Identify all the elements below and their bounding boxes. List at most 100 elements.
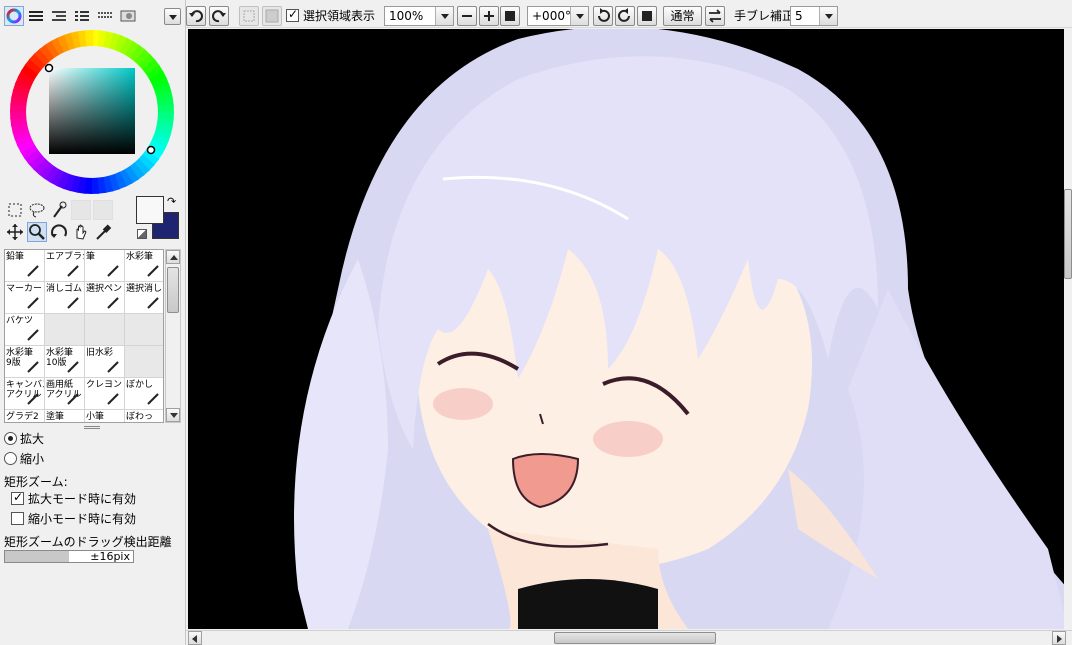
canvas-horizontal-scrollbar[interactable] [186,630,1072,645]
sv-picker-handle[interactable] [44,63,54,73]
triangle-down-icon [170,413,178,418]
brush-label: 塗筆 [46,412,65,422]
blend-mode-button[interactable]: 通常 [663,6,702,26]
swatch-mode-button[interactable] [72,6,92,26]
deselect-button[interactable] [239,6,259,26]
brush-slot[interactable]: バケツ [5,314,45,346]
flip-horizontal-button[interactable] [705,6,725,26]
brush-slot[interactable]: 旧水彩 [85,346,125,378]
move-tool[interactable] [5,222,25,242]
selection-display-checkbox[interactable] [286,7,299,22]
horizontal-scroll-thumb[interactable] [554,632,716,644]
move-arrows-icon [7,224,23,240]
rgb-slider-mode-button[interactable] [26,6,46,26]
brush-slot[interactable]: 消しゴム [45,282,85,314]
brush-slot[interactable]: 筆 [85,250,125,282]
brush-slot[interactable]: 小筆 [85,410,125,422]
drawing-canvas[interactable] [188,29,1068,629]
scroll-left-button[interactable] [188,631,202,645]
brush-label: 筆 [86,252,96,262]
empty-brush-slot [125,346,163,378]
rotate-left-button[interactable] [593,6,613,26]
panel-splitter-grip[interactable] [84,426,100,429]
brush-slot[interactable]: エアブラシ [45,250,85,282]
brush-slot[interactable]: クレヨン [85,378,125,410]
triangle-up-icon [170,255,178,260]
magic-wand-tool[interactable] [49,200,69,220]
zoom-select[interactable]: 100% [384,6,454,26]
color-wheel-mode-button[interactable] [4,6,24,26]
brush-label: バケツ [6,316,34,326]
brush-slot[interactable]: 塗筆 [45,410,85,422]
brush-slot[interactable]: 画用紙 アクリル [45,378,85,410]
undo-button[interactable] [186,6,206,26]
brush-icon [147,393,159,405]
canvas-artwork [294,29,1068,629]
brush-slot[interactable]: ぼかし [125,378,163,410]
brush-slot[interactable]: 選択ペン [85,282,125,314]
brush-slot[interactable]: 選択消し [125,282,163,314]
rect-zoom-out-label: 縮小モード時に有効 [28,512,137,526]
blush-left [433,388,493,420]
brush-icon [147,265,159,277]
zoom-in-radio[interactable] [4,432,17,445]
redo-button[interactable] [209,6,229,26]
rotation-reset-button[interactable] [637,6,657,26]
vertical-scroll-thumb[interactable] [1064,189,1072,279]
hand-tool[interactable] [71,222,91,242]
brush-icon [27,329,39,341]
brush-slot[interactable]: 水彩筆 9版 [5,346,45,378]
zoom-in-button[interactable] [479,6,499,26]
primary-color-swatch[interactable] [136,196,164,224]
chevron-down-icon [819,7,837,25]
eyedropper-tool[interactable] [93,222,113,242]
brush-slot[interactable]: ぼわっ [125,410,163,422]
zoom-out-radio[interactable] [4,452,17,465]
scroll-down-button[interactable] [166,408,180,422]
rotate-tool[interactable] [49,222,69,242]
hsv-slider-mode-button[interactable] [49,6,69,26]
scroll-up-button[interactable] [166,250,180,264]
reset-colors-icon[interactable] [137,229,147,239]
scroll-thumb[interactable] [167,267,179,313]
lasso-tool[interactable] [27,200,47,220]
brush-slot[interactable]: グラデ2 [5,410,45,422]
zoom-tool[interactable] [27,222,47,242]
zoom-out-button[interactable] [457,6,477,26]
rect-select-tool[interactable] [5,200,25,220]
brush-scrollbar[interactable] [165,249,181,423]
rect-zoom-in-checkbox[interactable] [11,490,24,505]
hand-icon [76,224,87,240]
stabilizer-label: 手ブレ補正 [734,9,795,23]
brush-slot[interactable]: 水彩筆 [125,250,163,282]
rotation-select[interactable]: +000° [527,6,589,26]
brush-slot[interactable]: 鉛筆 [5,250,45,282]
hue-picker-handle[interactable] [146,145,156,155]
brush-slot[interactable]: 水彩筆 10版 [45,346,85,378]
rect-zoom-out-checkbox[interactable] [11,512,24,525]
brush-label: クレヨン [86,380,123,390]
brush-icon [107,361,119,373]
magnifier-icon [29,224,45,240]
scroll-right-button[interactable] [1052,631,1066,645]
brush-slot[interactable]: マーカー [5,282,45,314]
rotate-right-button[interactable] [615,6,635,26]
brush-slot[interactable]: キャンバス アクリル [5,378,45,410]
stabilizer-select[interactable]: 5 [790,6,838,26]
swap-colors-icon[interactable]: ↷ [167,196,179,208]
eyedropper-icon [96,224,112,240]
chevron-down-icon [435,7,453,25]
slider-alt-icon [52,11,66,21]
scratchpad-mode-button[interactable] [118,6,138,26]
slider-icon [29,11,43,21]
brush-label: マーカー [6,284,43,294]
invert-selection-button[interactable] [262,6,282,26]
top-toolbar: 選択領域表示 100% +000° 通常 手ブレ補正 5 [186,0,1072,28]
drag-distance-slider[interactable]: ±16pix [4,550,134,563]
canvas-vertical-scrollbar[interactable] [1064,29,1072,630]
panel-menu-button[interactable] [164,8,181,25]
palette-grid-mode-button[interactable] [95,6,115,26]
zoom-reset-button[interactable] [500,6,520,26]
value-overlay [49,68,135,154]
color-wheel[interactable] [8,28,176,196]
